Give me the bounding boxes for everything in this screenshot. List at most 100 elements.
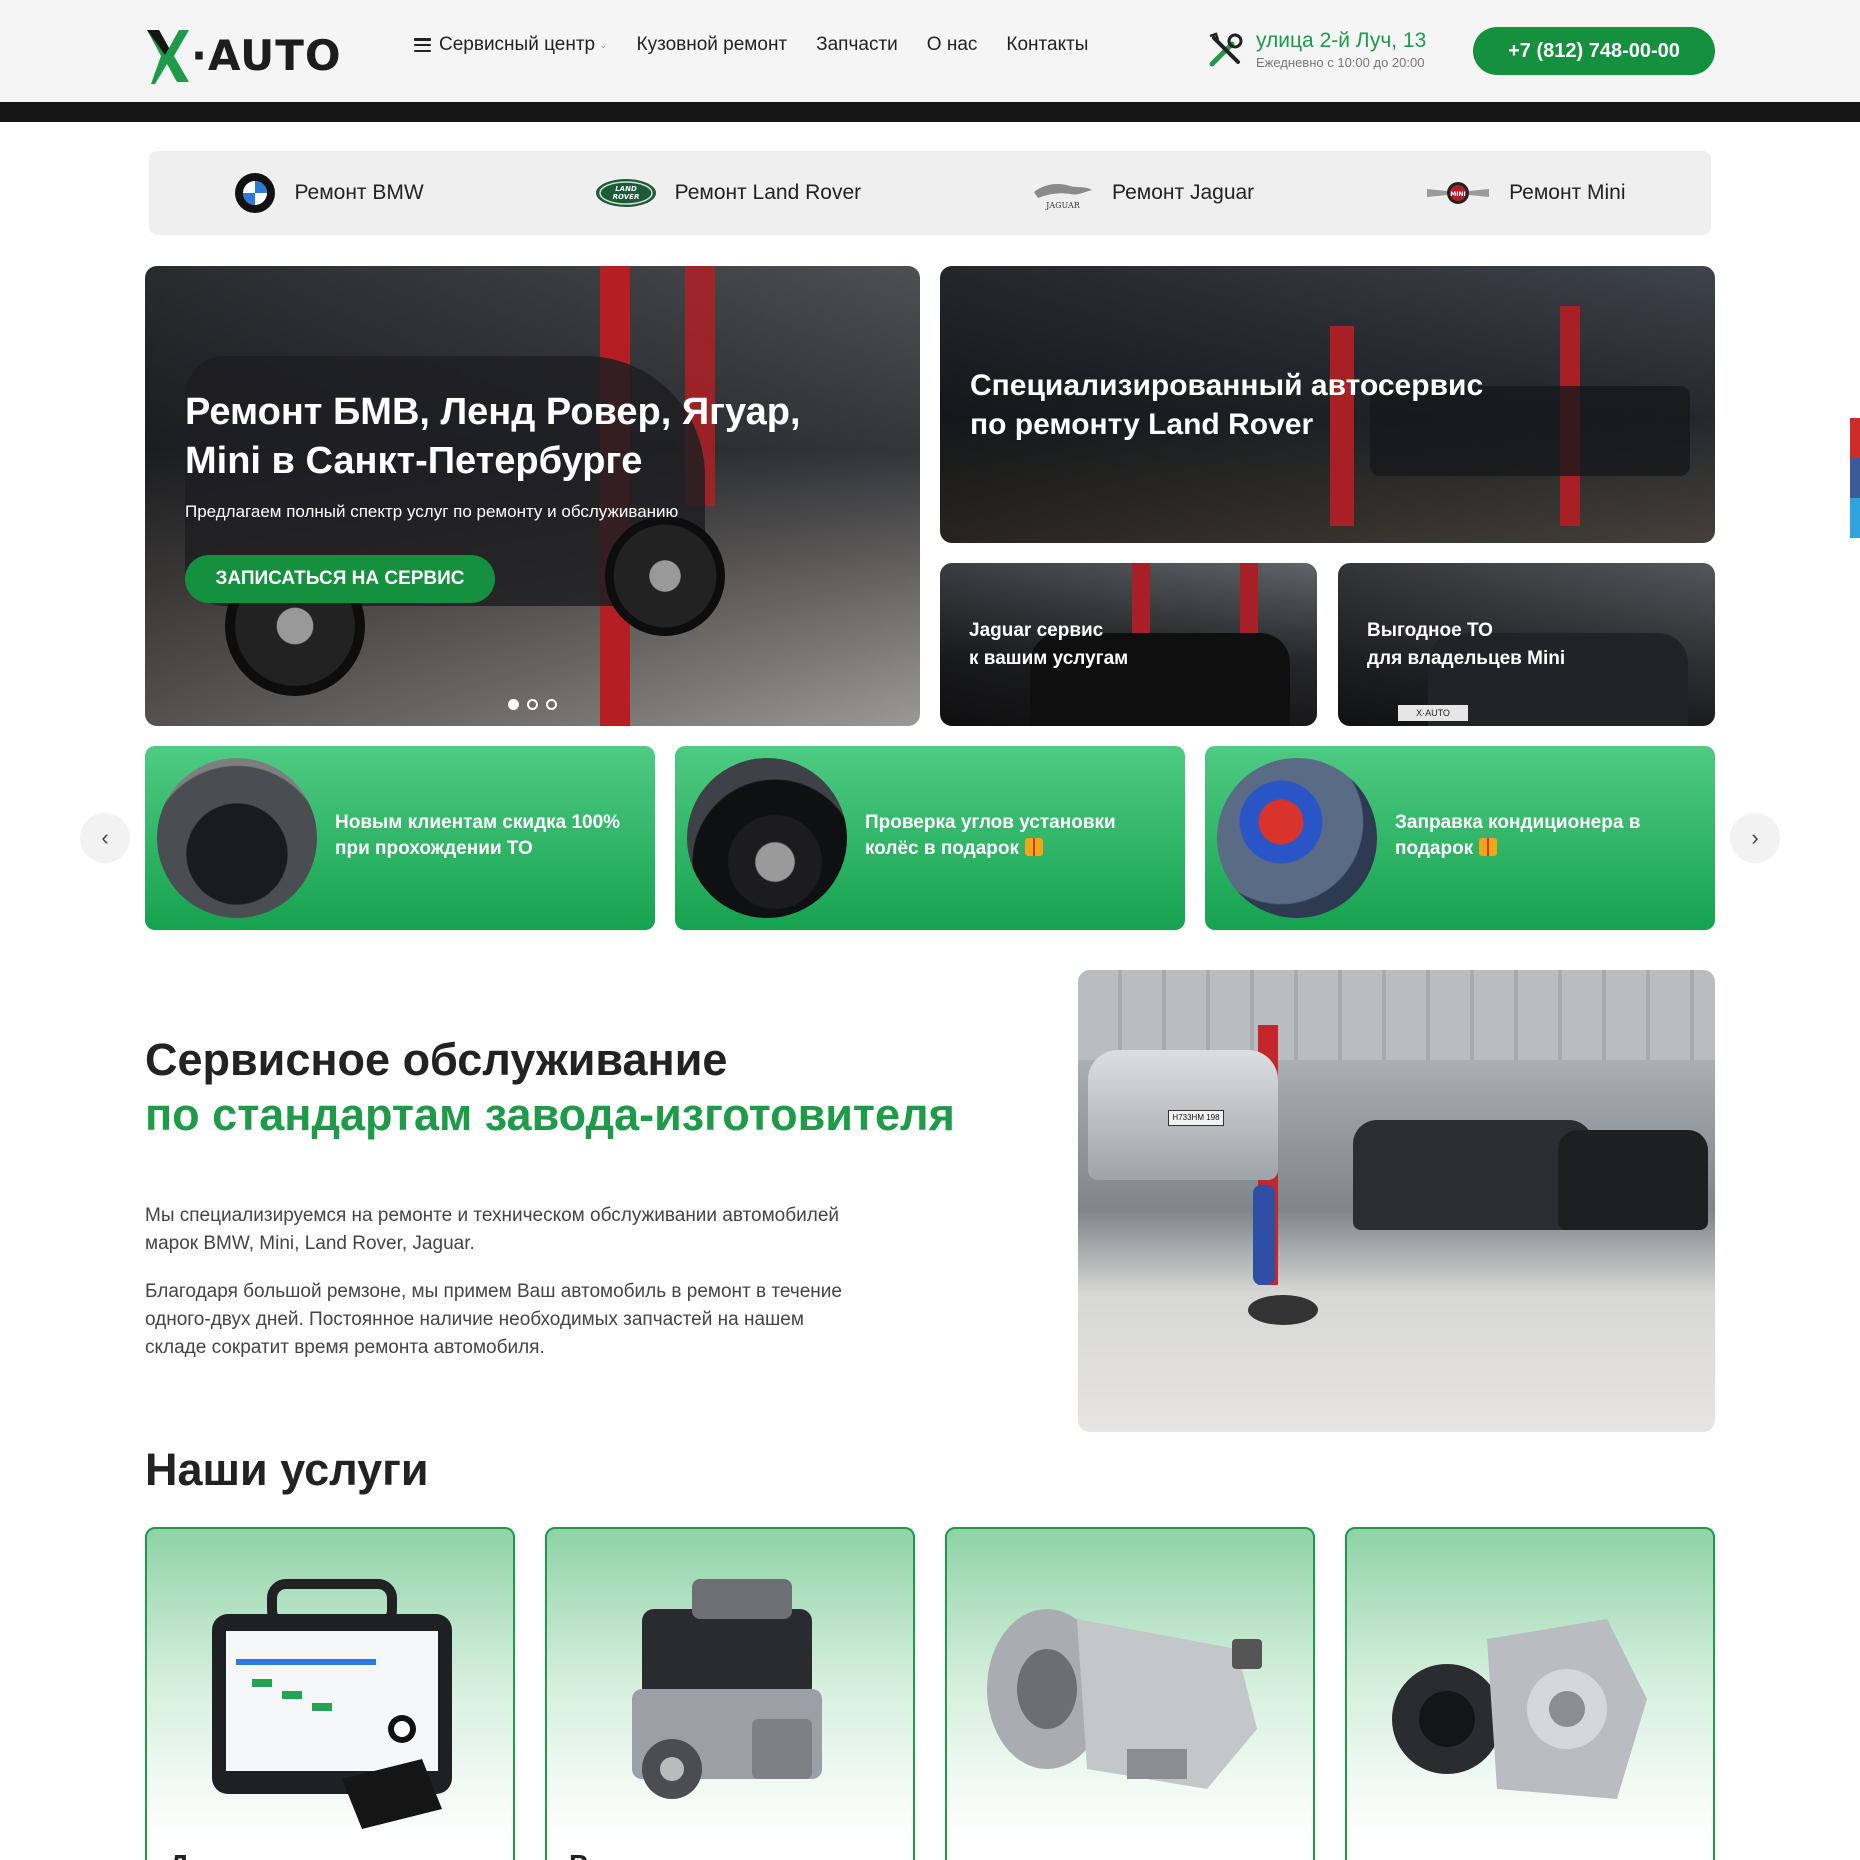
dark-suv-image	[1558, 1130, 1708, 1230]
nav-contacts-label: Контакты	[1006, 34, 1089, 55]
hero-slider[interactable]: Ремонт БМВ, Ленд Ровер, Ягуар, Mini в Са…	[145, 266, 920, 726]
license-plate: Н733НМ 198	[1168, 1110, 1224, 1126]
dark-suv-image	[1353, 1120, 1593, 1230]
brand-bmw[interactable]: Ремонт BMW	[234, 172, 424, 214]
land-rover-service-tile[interactable]: Специализированный автосервис по ремонту…	[940, 266, 1715, 543]
logo-text: ·AUTO	[191, 30, 342, 80]
promo-text-line: Новым клиентам скидка 100%	[335, 812, 621, 833]
brand-mini-label: Ремонт Mini	[1509, 181, 1626, 204]
promo-text-line: Проверка углов установки	[865, 812, 1116, 833]
gearbox-icon	[987, 1609, 1262, 1789]
side-widget-tab[interactable]	[1850, 498, 1860, 538]
brand-land-rover-label: Ремонт Land Rover	[674, 181, 862, 204]
section-paragraph: Мы специализируемся на ремонте и техниче…	[145, 1202, 945, 1258]
mini-tile-title: Выгодное ТО для владельцев Mini	[1367, 617, 1565, 673]
hero-subtitle: Предлагаем полный спектр услуг по ремонт…	[185, 502, 679, 521]
land-rover-logo-icon: LAND ROVER	[595, 178, 657, 208]
tools-icon	[1209, 32, 1243, 67]
nav-body-repair[interactable]: Кузовной ремонт	[637, 34, 788, 56]
header-divider-bar	[0, 102, 1860, 122]
hero-title-line: Ремонт БМВ, Ленд Ровер, Ягуар,	[185, 391, 801, 433]
address-text: улица 2-й Луч, 13	[1256, 29, 1427, 52]
promo-car-image	[157, 758, 317, 918]
jaguar-tile-title: Jaguar сервис к вашим услугам	[969, 617, 1128, 673]
chevron-left-icon: ‹	[101, 825, 109, 850]
nav-about[interactable]: О нас	[927, 34, 978, 56]
svg-text:MINI: MINI	[1450, 191, 1465, 198]
phone-button[interactable]: +7 (812) 748-00-00	[1473, 27, 1715, 75]
working-hours: Ежедневно с 10:00 до 20:00	[1256, 55, 1425, 70]
gift-icon	[1479, 838, 1498, 856]
promo-card[interactable]: Заправка кондиционера в подарок	[1205, 746, 1715, 930]
mini-service-tile[interactable]: X·AUTO Выгодное ТО для владельцев Mini	[1338, 563, 1715, 726]
promo-next-button[interactable]: ›	[1730, 813, 1780, 863]
mini-logo-icon: MINI	[1425, 179, 1491, 207]
diagnostic-tablet-icon	[212, 1579, 452, 1829]
promo-card[interactable]: Проверка углов установки колёс в подарок	[675, 746, 1185, 930]
promo-text-line: колёс в подарок	[865, 838, 1020, 859]
brand-land-rover[interactable]: LAND ROVER Ремонт Land Rover	[595, 178, 862, 208]
paragraph-line: марок BMW, Mini, Land Rover, Jaguar.	[145, 1233, 475, 1254]
paragraph-line: Мы специализируемся на ремонте и техниче…	[145, 1205, 840, 1226]
tile-title-line: для владельцев Mini	[1367, 648, 1566, 669]
service-card-title: Д	[169, 1849, 189, 1860]
jaguar-logo-icon: JAGUAR	[1032, 176, 1094, 210]
brand-bmw-label: Ремонт BMW	[294, 181, 424, 204]
svg-text:LAND: LAND	[615, 185, 637, 193]
brand-jaguar[interactable]: JAGUAR Ремонт Jaguar	[1032, 176, 1254, 210]
tile-title-line: Jaguar сервис	[969, 620, 1104, 641]
brand-jaguar-label: Ремонт Jaguar	[1112, 181, 1255, 204]
car-wheel-image	[605, 516, 725, 636]
nav-body-repair-label: Кузовной ремонт	[636, 34, 788, 55]
promo-text: Новым клиентам скидка 100% при прохожден…	[335, 810, 635, 862]
hero-title-line: Mini в Санкт-Петербурге	[185, 440, 643, 482]
mechanic-image	[1253, 1185, 1275, 1285]
site-logo[interactable]: ·AUTO	[145, 26, 342, 84]
side-widget-tab[interactable]	[1850, 418, 1860, 458]
nav-service-center[interactable]: Сервисный центр ⌄	[414, 34, 608, 56]
side-widget-tab[interactable]	[1850, 458, 1860, 498]
engine-icon	[632, 1579, 822, 1799]
promo-card[interactable]: Новым клиентам скидка 100% при прохожден…	[145, 746, 655, 930]
main-nav: Сервисный центр ⌄ Кузовной ремонт Запчас…	[414, 34, 1117, 56]
site-header: ·AUTO Сервисный центр ⌄ Кузовной ремонт …	[0, 0, 1860, 102]
nav-service-center-label: Сервисный центр	[439, 34, 596, 55]
services-title: Наши услуги	[145, 1444, 429, 1495]
brand-strip: Ремонт BMW LAND ROVER Ремонт Land Rover …	[149, 151, 1711, 235]
jaguar-service-tile[interactable]: Jaguar сервис к вашим услугам	[940, 563, 1317, 726]
section-paragraph: Благодаря большой ремзоне, мы примем Ваш…	[145, 1278, 945, 1362]
x-logo-mark-icon	[147, 30, 189, 84]
promo-prev-button[interactable]: ‹	[80, 813, 130, 863]
land-rover-tile-title: Специализированный автосервис по ремонту…	[970, 366, 1530, 444]
tile-title-line: Выгодное ТО	[1367, 620, 1493, 641]
tile-title-line: Специализированный автосервис	[970, 369, 1484, 402]
service-card[interactable]	[1345, 1527, 1715, 1860]
license-plate-logo: X·AUTO	[1398, 705, 1468, 721]
chevron-down-icon: ⌄	[599, 39, 608, 51]
promo-wheel-image	[687, 758, 847, 918]
svg-text:JAGUAR: JAGUAR	[1045, 201, 1081, 210]
service-card[interactable]: Р	[545, 1527, 915, 1860]
paragraph-line: одного-двух дней. Постоянное наличие нео…	[145, 1309, 804, 1330]
nav-parts[interactable]: Запчасти	[816, 34, 898, 56]
promo-text: Проверка углов установки колёс в подарок	[865, 810, 1165, 862]
svg-text:ROVER: ROVER	[612, 193, 639, 201]
nav-contacts[interactable]: Контакты	[1006, 34, 1088, 56]
slider-dot[interactable]	[546, 699, 557, 710]
workshop-photo: LAUNCH Н733НМ 198	[1078, 970, 1715, 1432]
nav-about-label: О нас	[926, 34, 978, 55]
address-block[interactable]: улица 2-й Луч, 13 Ежедневно с 10:00 до 2…	[1206, 28, 1426, 72]
service-card[interactable]	[945, 1527, 1315, 1860]
service-card-title: Р	[569, 1849, 588, 1860]
brand-mini[interactable]: MINI Ремонт Mini	[1425, 179, 1626, 207]
slider-dot[interactable]	[508, 699, 519, 710]
chevron-right-icon: ›	[1751, 825, 1759, 850]
service-card[interactable]: Д	[145, 1527, 515, 1860]
gift-icon	[1025, 838, 1044, 856]
promo-text-line: подарок	[1395, 838, 1474, 859]
book-service-button[interactable]: ЗАПИСАТЬСЯ НА СЕРВИС	[185, 555, 495, 603]
section-title-accent: по стандартам завода-изготовителя	[145, 1089, 955, 1140]
bmw-logo-icon	[234, 172, 276, 214]
promo-gauges-image	[1217, 758, 1377, 918]
slider-dot[interactable]	[527, 699, 538, 710]
